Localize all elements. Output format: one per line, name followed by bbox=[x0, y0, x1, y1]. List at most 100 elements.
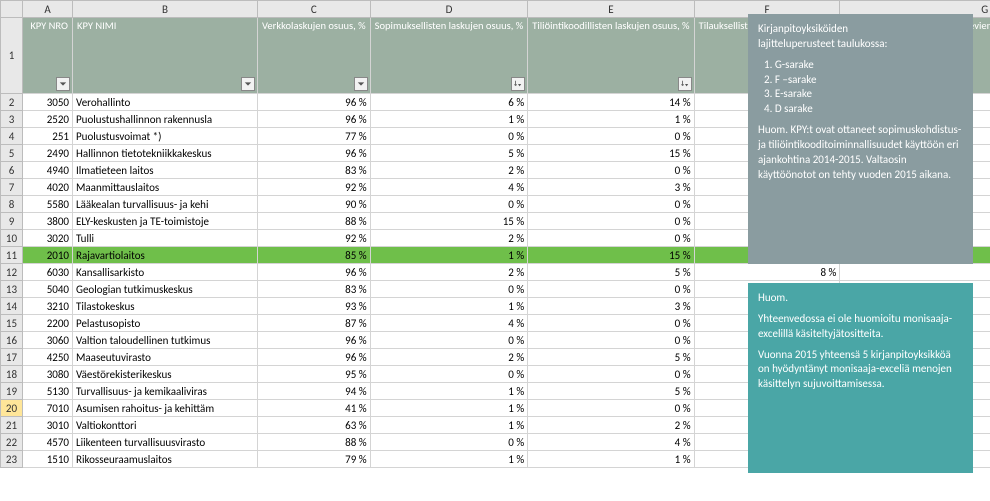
cell[interactable]: 95 % bbox=[258, 366, 371, 383]
row-header-2[interactable]: 2 bbox=[1, 94, 23, 111]
cell[interactable]: 4940 bbox=[23, 162, 73, 179]
cell[interactable]: Maanmittauslaitos bbox=[73, 179, 258, 196]
cell[interactable]: 5130 bbox=[23, 383, 73, 400]
cell[interactable]: 2 % bbox=[528, 417, 694, 434]
cell[interactable]: 3010 bbox=[23, 417, 73, 434]
cell[interactable]: 4 % bbox=[370, 179, 528, 196]
cell[interactable]: 4570 bbox=[23, 434, 73, 451]
cell[interactable]: 3800 bbox=[23, 213, 73, 230]
cell[interactable]: Rajavartiolaitos bbox=[73, 247, 258, 264]
cell[interactable]: 1 % bbox=[370, 111, 528, 128]
cell[interactable]: 2010 bbox=[23, 247, 73, 264]
cell[interactable]: 41 % bbox=[258, 400, 371, 417]
cell[interactable]: Väestörekisterikeskus bbox=[73, 366, 258, 383]
cell[interactable]: Liikenteen turvallisuusvirasto bbox=[73, 434, 258, 451]
cell[interactable]: 4250 bbox=[23, 349, 73, 366]
sort-filter-icon[interactable] bbox=[511, 77, 525, 91]
cell[interactable]: 3 % bbox=[528, 179, 694, 196]
cell[interactable]: 1 % bbox=[370, 383, 528, 400]
cell[interactable]: 4020 bbox=[23, 179, 73, 196]
cell[interactable]: 93 % bbox=[258, 298, 371, 315]
cell[interactable]: Verohallinto bbox=[73, 94, 258, 111]
cell[interactable]: 0 % bbox=[370, 128, 528, 145]
cell[interactable]: 3210 bbox=[23, 298, 73, 315]
cell[interactable]: Lääkealan turvallisuus- ja kehi bbox=[73, 196, 258, 213]
cell[interactable]: 96 % bbox=[258, 111, 371, 128]
cell[interactable]: Tulli bbox=[73, 230, 258, 247]
cell[interactable]: 0 % bbox=[528, 281, 694, 298]
cell[interactable]: 77 % bbox=[258, 128, 371, 145]
cell[interactable]: 2490 bbox=[23, 145, 73, 162]
col-header-E[interactable]: E bbox=[528, 1, 694, 18]
row-header-23[interactable]: 23 bbox=[1, 451, 23, 468]
row-header-13[interactable]: 13 bbox=[1, 281, 23, 298]
cell[interactable]: 1 % bbox=[370, 298, 528, 315]
row-header-1[interactable]: 1 bbox=[1, 18, 23, 94]
cell[interactable]: 96 % bbox=[258, 94, 371, 111]
cell[interactable]: 96 % bbox=[258, 332, 371, 349]
cell[interactable]: 94 % bbox=[258, 383, 371, 400]
cell[interactable]: Ilmatieteen laitos bbox=[73, 162, 258, 179]
cell[interactable]: Puolustusvoimat *) bbox=[73, 128, 258, 145]
row-header-6[interactable]: 6 bbox=[1, 162, 23, 179]
cell[interactable]: 5040 bbox=[23, 281, 73, 298]
cell[interactable]: 88 % bbox=[258, 213, 371, 230]
select-all-corner[interactable] bbox=[1, 1, 23, 18]
cell[interactable]: 0 % bbox=[528, 332, 694, 349]
cell[interactable]: 3060 bbox=[23, 332, 73, 349]
cell[interactable]: 8 % bbox=[694, 264, 840, 281]
cell[interactable]: Kansallisarkisto bbox=[73, 264, 258, 281]
cell[interactable]: 5 % bbox=[370, 145, 528, 162]
cell[interactable]: 15 % bbox=[528, 247, 694, 264]
cell[interactable]: Hallinnon tietotekniikkakeskus bbox=[73, 145, 258, 162]
col-header-A[interactable]: A bbox=[23, 1, 73, 18]
cell[interactable]: 92 % bbox=[258, 179, 371, 196]
cell[interactable]: 1 % bbox=[370, 400, 528, 417]
row-header-15[interactable]: 15 bbox=[1, 315, 23, 332]
row-header-18[interactable]: 18 bbox=[1, 366, 23, 383]
row-header-22[interactable]: 22 bbox=[1, 434, 23, 451]
cell[interactable]: Rikosseuraamuslaitos bbox=[73, 451, 258, 468]
cell[interactable]: 85 % bbox=[258, 247, 371, 264]
cell[interactable]: 0 % bbox=[370, 281, 528, 298]
cell[interactable]: 0 % bbox=[528, 196, 694, 213]
cell[interactable]: 1510 bbox=[23, 451, 73, 468]
row-header-19[interactable]: 19 bbox=[1, 383, 23, 400]
cell[interactable]: Pelastusopisto bbox=[73, 315, 258, 332]
cell[interactable]: Geologian tutkimuskeskus bbox=[73, 281, 258, 298]
cell[interactable]: 63 % bbox=[258, 417, 371, 434]
cell[interactable]: 1 % bbox=[528, 111, 694, 128]
filter-dropdown-icon[interactable] bbox=[354, 77, 368, 91]
cell[interactable]: 87 % bbox=[258, 315, 371, 332]
cell[interactable]: 0 % bbox=[528, 315, 694, 332]
cell[interactable]: 79 % bbox=[258, 451, 371, 468]
row-header-8[interactable]: 8 bbox=[1, 196, 23, 213]
row-header-20[interactable]: 20 bbox=[1, 400, 23, 417]
cell[interactable]: 90 % bbox=[258, 196, 371, 213]
cell[interactable]: 0 % bbox=[370, 332, 528, 349]
cell[interactable]: 3080 bbox=[23, 366, 73, 383]
row-header-17[interactable]: 17 bbox=[1, 349, 23, 366]
cell[interactable]: 88 % bbox=[258, 434, 371, 451]
cell[interactable]: 3 % bbox=[528, 298, 694, 315]
cell[interactable]: 6 % bbox=[370, 94, 528, 111]
cell[interactable]: 5 % bbox=[528, 383, 694, 400]
cell[interactable]: 15 % bbox=[370, 213, 528, 230]
row-header-9[interactable]: 9 bbox=[1, 213, 23, 230]
cell[interactable]: Maaseutuvirasto bbox=[73, 349, 258, 366]
cell[interactable]: 0 % bbox=[528, 230, 694, 247]
cell[interactable]: 4 % bbox=[370, 315, 528, 332]
cell[interactable]: 2 % bbox=[370, 162, 528, 179]
col-header-B[interactable]: B bbox=[73, 1, 258, 18]
cell[interactable]: 92 % bbox=[258, 230, 371, 247]
cell[interactable]: 83 % bbox=[258, 162, 371, 179]
cell[interactable]: 4 % bbox=[528, 434, 694, 451]
cell[interactable]: Turvallisuus- ja kemikaaliviras bbox=[73, 383, 258, 400]
row-header-14[interactable]: 14 bbox=[1, 298, 23, 315]
cell[interactable]: 0 % bbox=[370, 434, 528, 451]
cell[interactable]: 83 % bbox=[258, 281, 371, 298]
cell[interactable]: 1 % bbox=[370, 247, 528, 264]
row-header-11[interactable]: 11 bbox=[1, 247, 23, 264]
filter-dropdown-icon[interactable] bbox=[56, 77, 70, 91]
cell[interactable]: 5580 bbox=[23, 196, 73, 213]
